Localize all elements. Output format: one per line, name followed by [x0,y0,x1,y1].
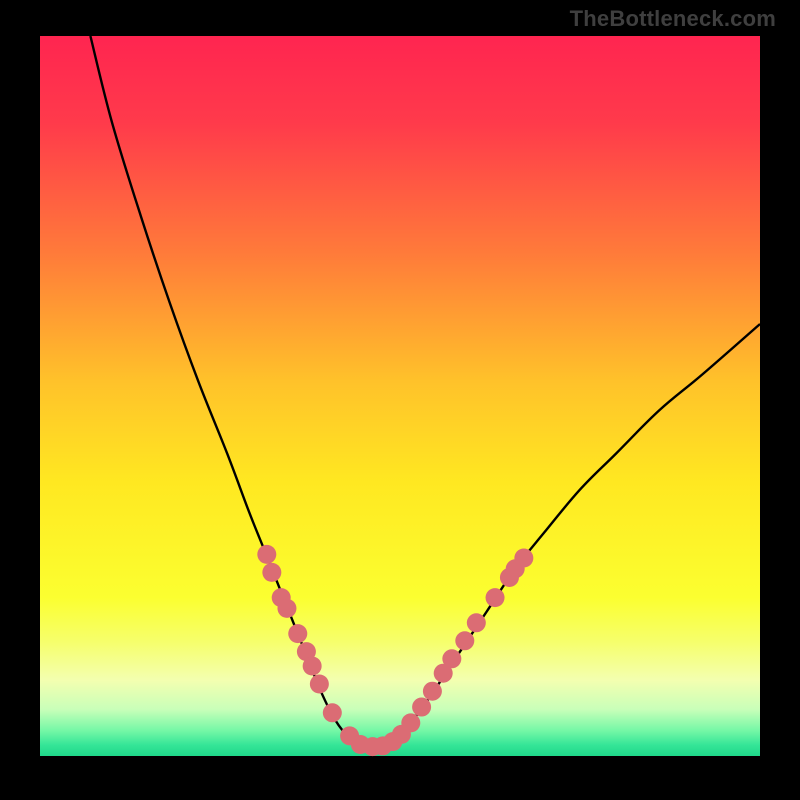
curve-marker [514,549,533,568]
curve-marker [486,588,505,607]
curve-marker [442,649,461,668]
curve-marker [303,657,322,676]
curve-marker [288,624,307,643]
curve-marker [467,613,486,632]
chart-container: TheBottleneck.com [0,0,800,800]
plot-area [40,36,760,756]
curve-marker [277,599,296,618]
curve-marker [257,545,276,564]
curve-marker [401,713,420,732]
curve-marker [423,682,442,701]
curve-marker [310,675,329,694]
curve-marker [262,563,281,582]
curve-layer [40,36,760,756]
curve-marker [323,703,342,722]
curve-marker [455,631,474,650]
curve-marker [412,698,431,717]
watermark-label: TheBottleneck.com [570,6,776,32]
bottleneck-curve [90,36,760,748]
curve-markers [257,545,533,756]
